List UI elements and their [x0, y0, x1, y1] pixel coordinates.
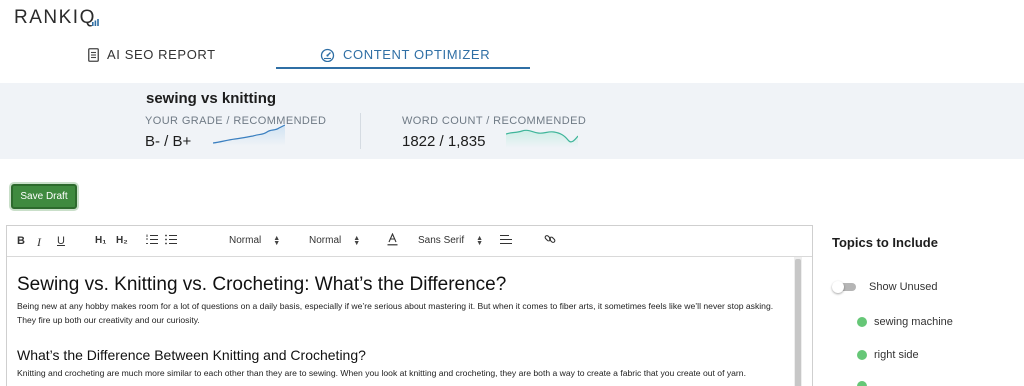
document-paragraph: Being new at any hobby makes room for a … — [17, 301, 774, 325]
align-button[interactable] — [500, 234, 512, 245]
rankiq-logo[interactable]: RANKI Q — [14, 7, 99, 29]
heading-1-button[interactable]: H₁ — [95, 235, 106, 246]
logo-text: RANKI — [14, 7, 80, 28]
updown-arrows-icon: ▲ ▼ — [273, 234, 281, 247]
document-heading: What’s the Difference Between Knitting a… — [17, 347, 366, 363]
topic-item[interactable]: right side — [857, 349, 919, 361]
topic-item[interactable]: sewing machine — [857, 316, 953, 328]
target-keyword: sewing vs knitting — [146, 90, 277, 107]
document-icon — [88, 47, 99, 62]
save-draft-button[interactable]: Save Draft — [11, 184, 77, 209]
show-unused-label: Show Unused — [869, 281, 938, 293]
link-icon — [544, 235, 556, 243]
bullet-list-button[interactable] — [165, 234, 177, 245]
speedometer-icon — [320, 48, 335, 62]
heading-value: Normal — [309, 235, 342, 246]
align-icon — [500, 235, 512, 244]
topic-status-dot — [857, 381, 867, 386]
font-family-select[interactable]: Sans Serif ▲ ▼ — [418, 234, 484, 247]
insert-link-button[interactable] — [544, 233, 556, 245]
logo-q: Q — [80, 7, 99, 29]
topic-item[interactable] — [857, 381, 874, 386]
underline-button[interactable]: U — [57, 235, 65, 247]
logo-chart-icon — [91, 19, 99, 26]
grade-sparkline-icon — [213, 124, 285, 146]
topics-panel-title: Topics to Include — [832, 235, 938, 250]
editor-content[interactable]: Sewing vs. Knitting vs. Crocheting: What… — [17, 274, 792, 380]
content-editor: B I U H₁ H₂ Normal ▲ ▼ Normal ▲ ▼ Sans S… — [6, 225, 813, 386]
editor-toolbar: B I U H₁ H₂ Normal ▲ ▼ Normal ▲ ▼ Sans S… — [7, 226, 812, 257]
text-size-select[interactable]: Normal ▲ ▼ — [229, 234, 281, 247]
editor-scrollbar[interactable] — [794, 257, 802, 386]
tab-ai-seo-report[interactable]: AI SEO REPORT — [88, 40, 216, 69]
updown-arrows-icon: ▲ ▼ — [476, 234, 484, 247]
text-color-button[interactable] — [387, 233, 398, 246]
topic-status-dot — [857, 317, 867, 327]
font-family-value: Sans Serif — [418, 235, 465, 246]
grade-value: B- / B+ — [145, 133, 192, 150]
mode-tabs: AI SEO REPORT CONTENT OPTIMIZER — [60, 40, 535, 69]
document-title: Sewing vs. Knitting vs. Crocheting: What… — [17, 274, 507, 295]
bullet-list-icon — [165, 234, 177, 245]
show-unused-toggle[interactable] — [832, 281, 856, 293]
word-count-sparkline-icon — [506, 129, 578, 148]
updown-arrows-icon: ▲ ▼ — [353, 234, 361, 247]
text-color-icon — [387, 233, 398, 246]
metric-divider — [360, 113, 361, 149]
bold-button[interactable]: B — [17, 235, 25, 247]
toggle-knob — [832, 281, 844, 293]
scrollbar-thumb[interactable] — [795, 259, 801, 386]
tab-label: CONTENT OPTIMIZER — [343, 47, 491, 62]
show-unused-row: Show Unused — [832, 281, 938, 293]
topic-status-dot — [857, 350, 867, 360]
ordered-list-icon — [146, 234, 158, 244]
active-tab-indicator — [276, 67, 530, 69]
heading-select[interactable]: Normal ▲ ▼ — [309, 234, 361, 247]
document-paragraph: Knitting and crocheting are much more si… — [17, 368, 746, 378]
text-size-value: Normal — [229, 235, 262, 246]
ordered-list-button[interactable] — [146, 234, 158, 245]
italic-button[interactable]: I — [37, 235, 41, 250]
tab-content-optimizer[interactable]: CONTENT OPTIMIZER — [320, 40, 490, 69]
heading-2-button[interactable]: H₂ — [116, 235, 128, 246]
keyword-summary-bar: sewing vs knitting YOUR GRADE / RECOMMEN… — [0, 83, 1024, 159]
tab-label: AI SEO REPORT — [107, 47, 216, 62]
word-count-value: 1822 / 1,835 — [402, 133, 486, 150]
topic-label: sewing machine — [874, 316, 953, 328]
topic-label: right side — [874, 349, 919, 361]
